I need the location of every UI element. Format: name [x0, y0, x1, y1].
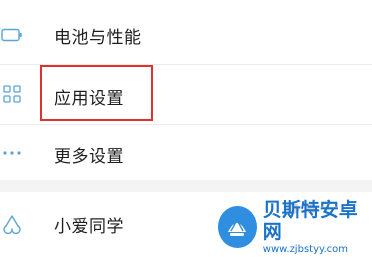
section-separator	[0, 180, 372, 192]
watermark: 贝斯特安卓网 www.zjbstyy.com	[218, 199, 368, 255]
battery-icon	[1, 24, 23, 46]
grid-apps-icon	[1, 83, 23, 105]
watermark-url: www.zjbstyy.com	[262, 243, 349, 255]
highlight-box	[40, 65, 153, 121]
more-dots-icon	[1, 142, 23, 164]
settings-item-more-settings[interactable]: 更多设置	[0, 128, 372, 178]
settings-item-label: 小爱同学	[54, 217, 124, 237]
xiaoai-icon	[1, 213, 23, 235]
settings-item-battery[interactable]: 电池与性能	[0, 10, 372, 60]
settings-item-label: 电池与性能	[54, 28, 142, 48]
settings-item-label: 更多设置	[54, 147, 124, 167]
watermark-title: 贝斯特安卓网	[262, 198, 358, 243]
divider	[0, 124, 372, 125]
watermark-logo-icon	[218, 206, 257, 248]
